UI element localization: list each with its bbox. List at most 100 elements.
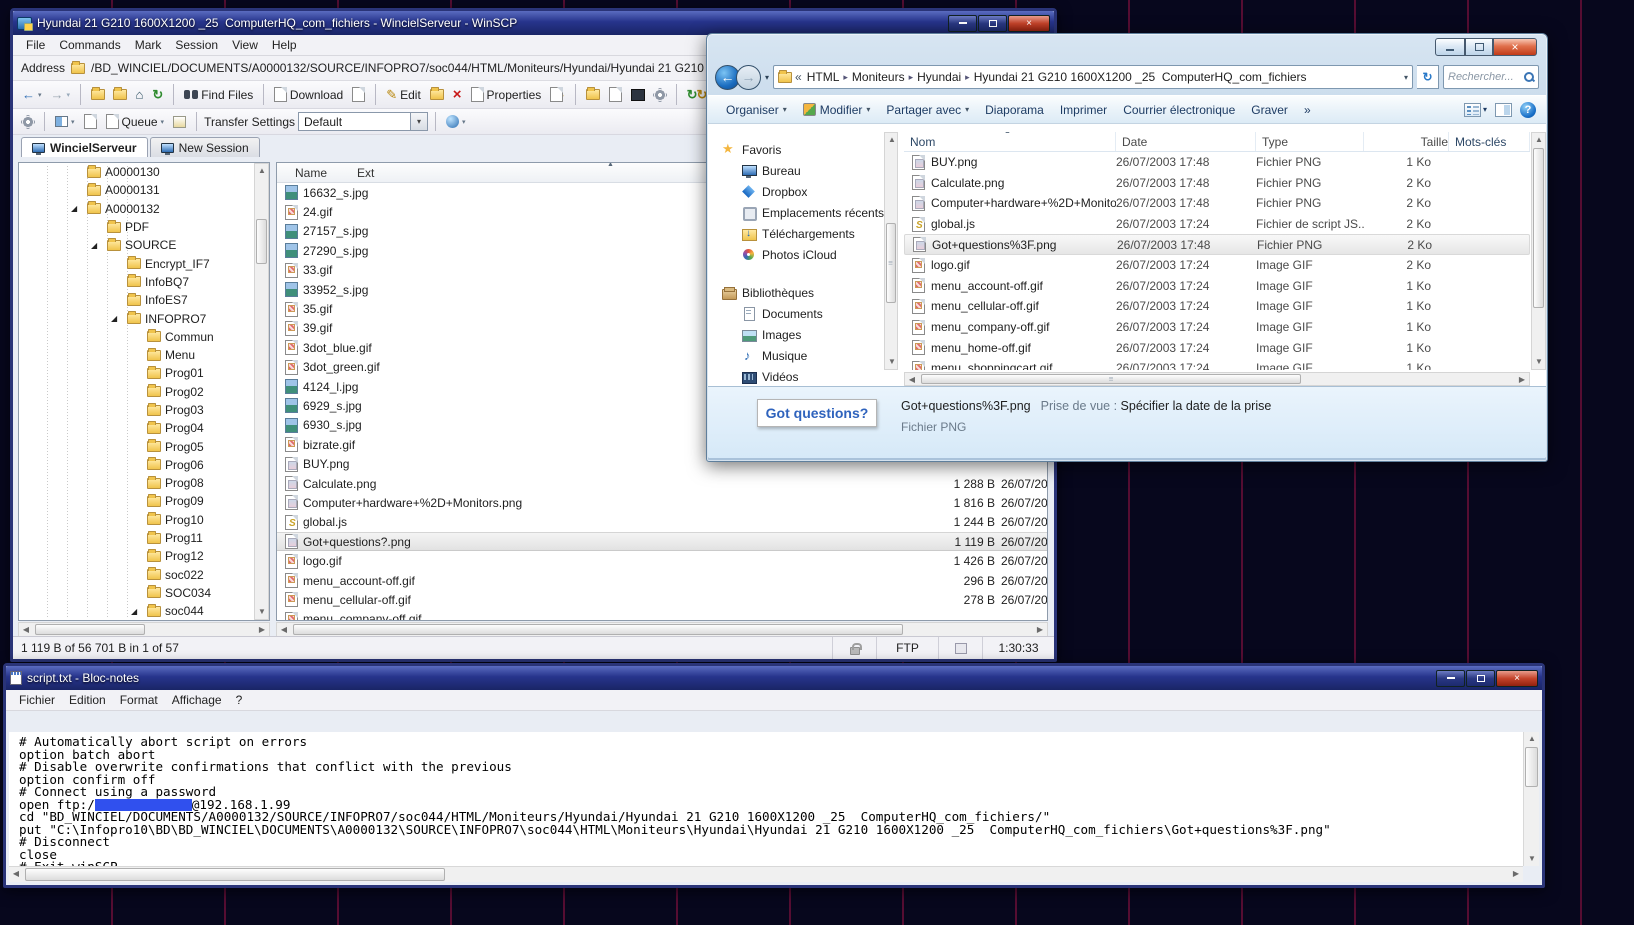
nav-forward-button[interactable]: → — [736, 65, 761, 90]
menu-item-?[interactable]: ? — [229, 691, 250, 709]
find-files-button[interactable]: Find Files — [181, 86, 256, 104]
column-name[interactable]: Name — [295, 166, 327, 180]
breadcrumb-item[interactable]: Hyundai — [915, 69, 963, 85]
transfer-settings-combobox[interactable]: Default ▾ — [298, 112, 428, 131]
session-color-button[interactable]: ▾ — [443, 113, 469, 130]
tree-item-infoes7[interactable]: InfoES7 — [19, 291, 269, 309]
tree-item-a0000130[interactable]: A0000130 — [19, 163, 269, 181]
notepad-close-button[interactable]: × — [1496, 670, 1538, 687]
file-row[interactable]: Got+questions?.png1 119 B26/07/2003 1 — [277, 532, 1047, 551]
expand-icon[interactable]: ◢ — [131, 607, 137, 616]
menu-item-affichage[interactable]: Affichage — [165, 691, 229, 709]
sidebar-section-bibliothèques[interactable]: Bibliothèques — [708, 283, 884, 303]
explorer-file-row[interactable]: Calculate.png26/07/2003 17:48Fichier PNG… — [904, 173, 1530, 194]
file-row[interactable]: menu_company-off.gif — [277, 610, 1047, 621]
explorer-list-header[interactable]: Nom Date Type Taille Mots-clés ▲ — [904, 132, 1530, 152]
tree-item-prog06[interactable]: Prog06 — [19, 456, 269, 474]
change-view-button[interactable]: ▾ — [1464, 103, 1487, 117]
home-button[interactable]: ⌂ — [133, 86, 147, 103]
winscp-titlebar[interactable]: Hyundai 21 G210 1600X1200 _25 ComputerHQ… — [13, 11, 1054, 35]
column-taille[interactable]: Taille — [1364, 132, 1449, 151]
menu-item-commands[interactable]: Commands — [52, 36, 127, 54]
tree-item-prog04[interactable]: Prog04 — [19, 419, 269, 437]
details-meta-value[interactable]: Spécifier la date de la prise — [1121, 399, 1272, 413]
menu-item-format[interactable]: Format — [113, 691, 165, 709]
sidebar-section-favoris[interactable]: Favoris — [708, 140, 884, 160]
explorer-file-row[interactable]: menu_cellular-off.gif26/07/2003 17:24Ima… — [904, 296, 1530, 317]
sidebar-item-musique[interactable]: Musique — [708, 345, 884, 366]
notepad-horizontal-scrollbar[interactable]: ◀ ▶ — [9, 866, 1523, 882]
refresh-button[interactable]: ↻ — [149, 86, 166, 103]
tree-item-source[interactable]: ◢SOURCE — [19, 236, 269, 254]
commandbar-modifier[interactable]: Modifier▾ — [795, 100, 879, 120]
winscp-maximize-button[interactable] — [978, 15, 1007, 32]
column-motscles[interactable]: Mots-clés — [1449, 132, 1530, 151]
explorer-file-row[interactable]: BUY.png26/07/2003 17:48Fichier PNG1 Ko — [904, 152, 1530, 173]
menu-item-file[interactable]: File — [19, 36, 52, 54]
expand-icon[interactable]: ◢ — [111, 314, 117, 323]
tree-item-soc022[interactable]: soc022 — [19, 566, 269, 584]
tree-item-infopro7[interactable]: ◢INFOPRO7 — [19, 309, 269, 327]
combobox-dropdown-icon[interactable]: ▾ — [410, 113, 427, 130]
sidebar-item-images[interactable]: Images — [708, 324, 884, 345]
explorer-file-row[interactable]: logo.gif26/07/2003 17:24Image GIF2 Ko — [904, 255, 1530, 276]
breadcrumb-dropdown-icon[interactable]: ▾ — [1404, 73, 1408, 82]
tree-item-menu[interactable]: Menu — [19, 346, 269, 364]
download-options-button[interactable] — [349, 85, 368, 104]
file-row[interactable]: menu_cellular-off.gif278 B26/07/2003 1 — [277, 590, 1047, 609]
notepad-minimize-button[interactable] — [1436, 670, 1465, 687]
tree-item-prog01[interactable]: Prog01 — [19, 364, 269, 382]
tab-new-session[interactable]: New Session — [150, 137, 260, 157]
explorer-vertical-scrollbar[interactable]: ▲ ▼ — [1531, 132, 1546, 370]
file-row[interactable]: Computer+hardware+%2D+Monitors.png1 816 … — [277, 493, 1047, 512]
file-row[interactable]: menu_account-off.gif296 B26/07/2003 1 — [277, 571, 1047, 590]
tree-item-prog02[interactable]: Prog02 — [19, 383, 269, 401]
download-button[interactable]: ↓Download — [271, 85, 346, 104]
tree-horizontal-scrollbar[interactable]: ◀ ▶ — [18, 622, 270, 637]
history-dropdown-icon[interactable]: ▾ — [765, 73, 769, 82]
open-button[interactable] — [427, 87, 447, 102]
preferences-button[interactable] — [651, 87, 669, 103]
menu-item-view[interactable]: View — [225, 36, 265, 54]
file-row[interactable]: Calculate.png1 288 B26/07/2003 1 — [277, 474, 1047, 493]
file-row[interactable]: global.js1 244 B26/07/2003 1 — [277, 513, 1047, 532]
tree-vertical-scrollbar[interactable]: ▲ ▼ — [254, 163, 269, 620]
tree-item-prog11[interactable]: Prog11 — [19, 529, 269, 547]
sidebar-item-dropbox[interactable]: Dropbox — [708, 181, 884, 202]
tree-item-prog03[interactable]: Prog03 — [19, 401, 269, 419]
sidebar-item-emplacements-r-cents[interactable]: Emplacements récents — [708, 202, 884, 223]
menu-item-mark[interactable]: Mark — [128, 36, 169, 54]
preview-pane-button[interactable] — [1495, 103, 1512, 117]
tree-item-commun[interactable]: Commun — [19, 328, 269, 346]
properties-button[interactable]: Properties — [468, 85, 545, 104]
status-console-cell[interactable] — [938, 637, 982, 659]
edit-button[interactable]: ✎Edit — [383, 86, 424, 104]
winscp-minimize-button[interactable] — [948, 15, 977, 32]
sidebar-item-bureau[interactable]: Bureau — [708, 160, 884, 181]
commandbar-diaporama[interactable]: Diaporama — [977, 100, 1052, 120]
tree-item-prog10[interactable]: Prog10 — [19, 511, 269, 529]
notepad-vertical-scrollbar[interactable]: ▲ ▼ — [1523, 732, 1539, 866]
help-button[interactable]: ? — [1520, 102, 1536, 118]
notepad-text-area[interactable]: # Automatically abort script on errorsop… — [9, 732, 1523, 866]
sidebar-item-documents[interactable]: Documents — [708, 303, 884, 324]
forward-button[interactable]: →▾ — [48, 86, 74, 103]
breadcrumb-item[interactable]: HTML — [805, 69, 842, 85]
menu-item-fichier[interactable]: Fichier — [12, 691, 62, 709]
explorer-minimize-button[interactable] — [1435, 38, 1465, 56]
tree-item-prog08[interactable]: Prog08 — [19, 474, 269, 492]
explorer-horizontal-scrollbar[interactable]: ◀ ≡ ▶ — [904, 372, 1530, 386]
explorer-file-row[interactable]: global.js26/07/2003 17:24Fichier de scri… — [904, 214, 1530, 235]
sidebar-item-vid-os[interactable]: Vidéos — [708, 366, 884, 384]
settings-button[interactable] — [19, 114, 37, 130]
expand-icon[interactable]: ◢ — [71, 204, 77, 213]
open-directory-button[interactable] — [110, 87, 130, 102]
tree-item-infobq7[interactable]: InfoBQ7 — [19, 273, 269, 291]
tree-item-prog09[interactable]: Prog09 — [19, 492, 269, 510]
expand-icon[interactable]: ◢ — [91, 241, 97, 250]
search-box[interactable]: Rechercher... — [1443, 65, 1539, 89]
column-type[interactable]: Type — [1256, 132, 1364, 151]
parent-directory-button[interactable]: ↑ — [88, 87, 107, 102]
delete-button[interactable]: × — [450, 86, 465, 103]
queue-button[interactable]: Queue▾ — [103, 112, 168, 131]
